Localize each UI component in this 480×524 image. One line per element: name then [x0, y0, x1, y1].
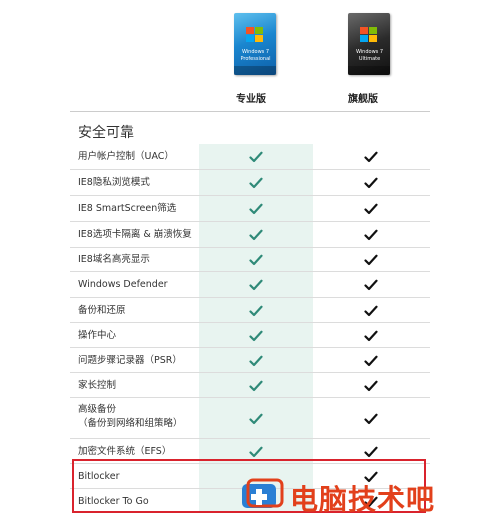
- box-title: Windows 7 Professional: [240, 49, 271, 62]
- feature-label: 用户帐户控制（UAC）: [78, 151, 174, 162]
- feature-label: IE8隐私浏览模式: [78, 177, 150, 188]
- ultimate-check-icon: [364, 254, 378, 266]
- feature-label: Windows Defender: [78, 279, 168, 290]
- ultimate-check-icon: [364, 151, 378, 163]
- professional-check-icon: [249, 413, 263, 425]
- feature-label: IE8域名高亮显示: [78, 254, 150, 265]
- watermark-logo-icon: [242, 478, 284, 508]
- ultimate-check-icon: [364, 355, 378, 367]
- windows-flag-icon: [246, 27, 264, 43]
- feature-label: 加密文件系统（EFS）: [78, 445, 172, 457]
- feature-row: 备份和还原: [70, 298, 430, 323]
- professional-check-icon: [249, 151, 263, 163]
- professional-check-icon: [249, 446, 263, 458]
- windows7-ultimate-box-image: Windows 7 Ultimate: [348, 13, 390, 75]
- professional-check-icon: [249, 229, 263, 241]
- section-title: 安全可靠: [78, 125, 134, 141]
- feature-label: 问题步骤记录器（PSR）: [78, 354, 182, 366]
- ultimate-check-icon: [364, 177, 378, 189]
- box-band: [348, 66, 390, 75]
- ultimate-check-icon: [364, 305, 378, 317]
- watermark: 电脑技术吧: [240, 474, 478, 516]
- feature-row: IE8域名高亮显示: [70, 248, 430, 272]
- professional-check-icon: [249, 279, 263, 291]
- windows-flag-icon: [360, 27, 378, 43]
- professional-check-icon: [249, 177, 263, 189]
- professional-check-icon: [249, 380, 263, 392]
- box-title: Windows 7 Ultimate: [355, 49, 384, 62]
- feature-row: IE8隐私浏览模式: [70, 170, 430, 196]
- header-divider: [70, 111, 430, 112]
- professional-check-icon: [249, 355, 263, 367]
- box-band: [234, 66, 276, 75]
- ultimate-check-icon: [364, 413, 378, 425]
- professional-check-icon: [249, 305, 263, 317]
- feature-label: 备份和还原: [78, 304, 126, 316]
- feature-row: 高级备份 （备份到网络和组策略）: [70, 398, 430, 439]
- professional-check-icon: [249, 203, 263, 215]
- ultimate-check-icon: [364, 279, 378, 291]
- ultimate-check-icon: [364, 330, 378, 342]
- professional-check-icon: [249, 330, 263, 342]
- feature-row: 用户帐户控制（UAC）: [70, 144, 430, 170]
- ultimate-check-icon: [364, 229, 378, 241]
- feature-label: IE8选项卡隔离 & 崩溃恢复: [78, 229, 192, 240]
- edition-label-ultimate: 旗舰版: [348, 94, 378, 105]
- feature-row: 问题步骤记录器（PSR）: [70, 348, 430, 373]
- ultimate-check-icon: [364, 203, 378, 215]
- watermark-text: 电脑技术吧: [290, 483, 436, 516]
- feature-row: IE8 SmartScreen筛选: [70, 196, 430, 222]
- feature-row: IE8选项卡隔离 & 崩溃恢复: [70, 222, 430, 248]
- windows7-professional-box-image: Windows 7 Professional: [234, 13, 276, 75]
- feature-label: 操作中心: [78, 329, 117, 341]
- feature-row: 操作中心: [70, 323, 430, 348]
- edition-label-professional: 专业版: [236, 94, 266, 105]
- feature-label: IE8 SmartScreen筛选: [78, 203, 177, 214]
- feature-label: 高级备份 （备份到网络和组策略）: [78, 404, 183, 429]
- feature-row: 家长控制: [70, 373, 430, 398]
- feature-row: Windows Defender: [70, 272, 430, 298]
- ultimate-check-icon: [364, 380, 378, 392]
- professional-check-icon: [249, 254, 263, 266]
- ultimate-check-icon: [364, 446, 378, 458]
- feature-label: 家长控制: [78, 379, 117, 391]
